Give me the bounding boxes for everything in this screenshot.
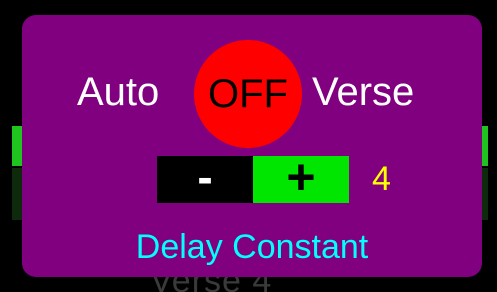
popup-title: Delay Constant xyxy=(135,228,369,266)
auto-verse-toggle-button[interactable]: OFF xyxy=(194,40,302,148)
minus-icon: - xyxy=(197,151,213,203)
toggle-state-label: OFF xyxy=(208,72,288,116)
plus-icon: + xyxy=(286,149,316,205)
delay-value: 4 xyxy=(372,160,391,198)
auto-label: Auto xyxy=(77,70,160,114)
decrement-button[interactable]: - xyxy=(157,151,253,203)
delay-stepper: - + xyxy=(157,149,349,205)
verse-label: Verse xyxy=(312,70,415,114)
delay-constant-popup: Auto OFF Verse - + 4 Delay Constant xyxy=(22,15,482,277)
increment-button[interactable]: + xyxy=(253,149,349,205)
